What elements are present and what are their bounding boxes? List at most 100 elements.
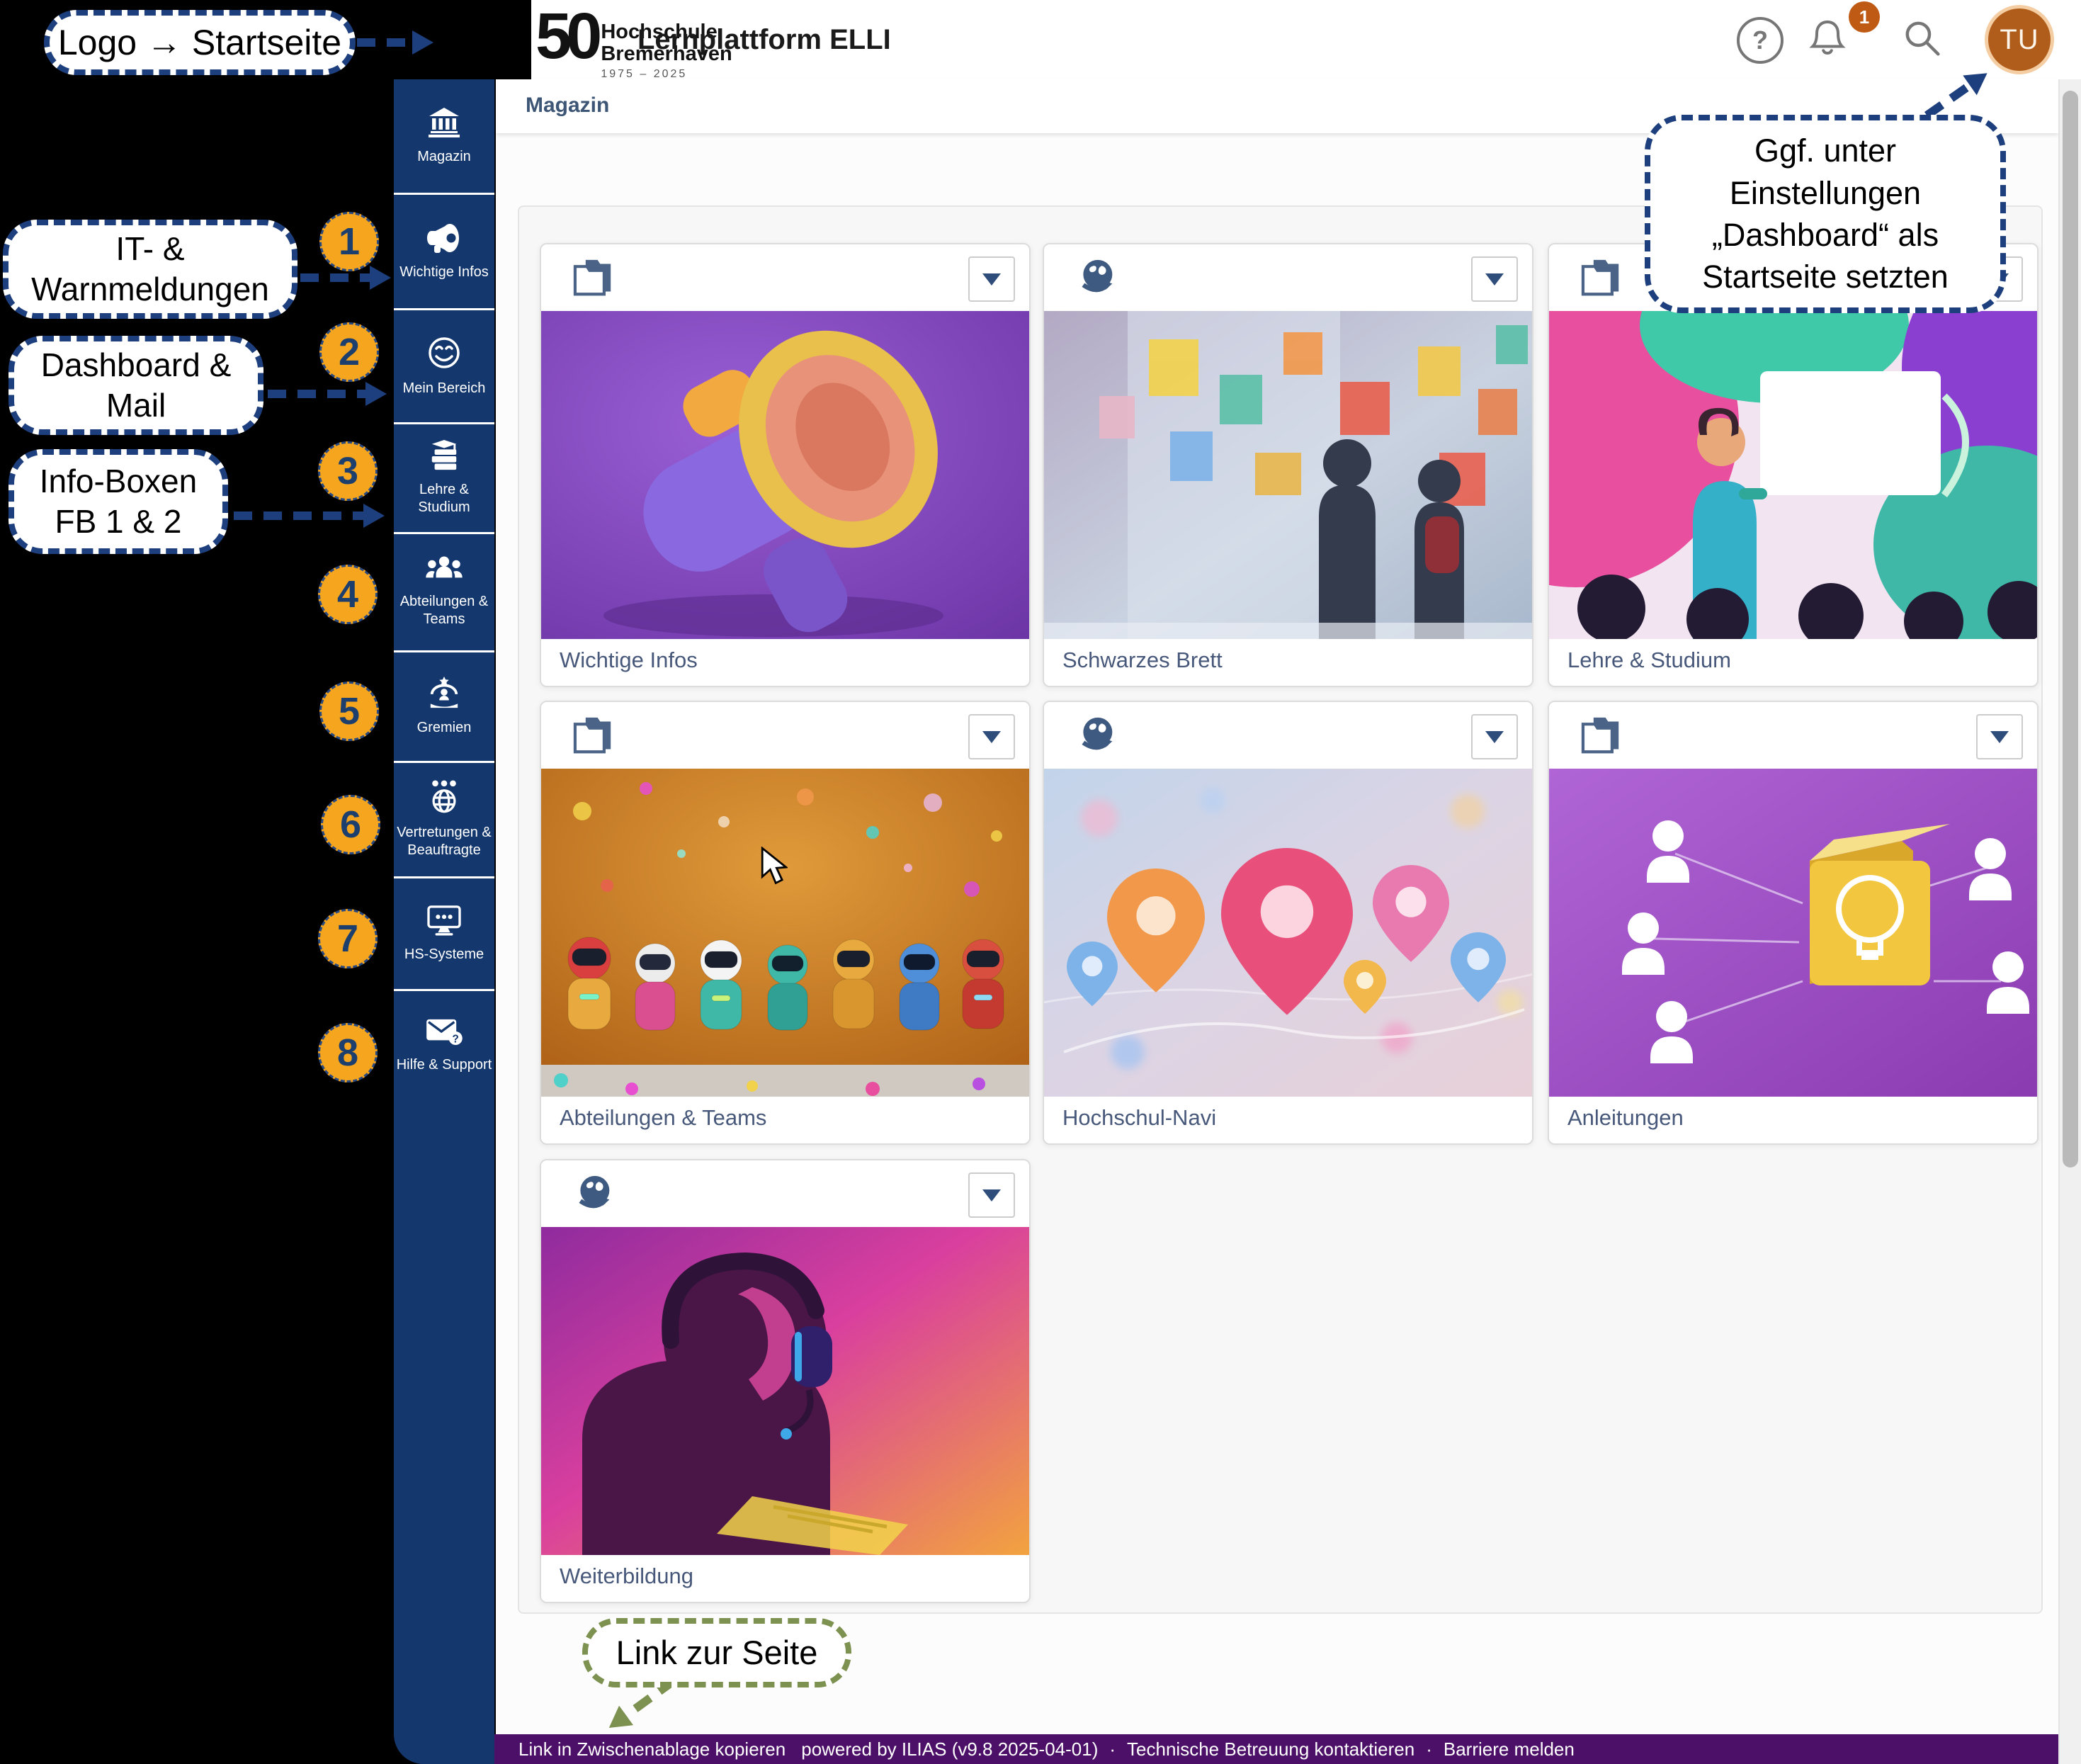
sidebar-item-label: Hilfe & Support bbox=[397, 1056, 492, 1074]
sidebar-item-magazin[interactable]: Magazin bbox=[394, 79, 494, 193]
page-title: Lernplattform ELLI bbox=[637, 24, 891, 56]
top-header-bar: 50 Hochschule Bremerhaven 1975 – 2025 Le… bbox=[531, 0, 2081, 81]
sidebar-item-lehre-studium[interactable]: Lehre & Studium bbox=[394, 422, 494, 532]
footer-copy-link[interactable]: Link in Zwischenablage kopieren bbox=[518, 1738, 786, 1760]
notification-badge: 1 bbox=[1849, 1, 1880, 33]
card-title[interactable]: Lehre & Studium bbox=[1549, 639, 2037, 687]
card-title[interactable]: Anleitungen bbox=[1549, 1097, 2037, 1145]
svg-text:?: ? bbox=[453, 1033, 459, 1045]
sidebar-item-mein-bereich[interactable]: Mein Bereich bbox=[394, 308, 494, 422]
notifications-bell-icon[interactable] bbox=[1806, 16, 1849, 61]
sidebar-item-vertretungen[interactable]: Vertretungen & Beauftragte bbox=[394, 761, 494, 876]
sidebar-item-label: Gremien bbox=[417, 719, 472, 737]
sidebar-item-abteilungen-teams[interactable]: Abteilungen & Teams bbox=[394, 532, 494, 650]
weblink-icon bbox=[1075, 716, 1118, 758]
card-title[interactable]: Abteilungen & Teams bbox=[541, 1097, 1029, 1145]
weblink-icon bbox=[1075, 259, 1118, 300]
sidebar-item-label: Abteilungen & Teams bbox=[400, 593, 489, 628]
mail-question-icon: ? bbox=[425, 1017, 463, 1050]
sidebar-item-label: Magazin bbox=[417, 148, 471, 166]
card-schwarzes-brett[interactable]: Schwarzes Brett bbox=[1043, 243, 1533, 687]
card-title[interactable]: Weiterbildung bbox=[541, 1555, 1029, 1603]
sidebar-item-label: Mein Bereich bbox=[403, 380, 486, 397]
sidebar-item-hs-systeme[interactable]: HS-Systeme bbox=[394, 876, 494, 989]
main-sidebar: Magazin Wichtige Infos Mein Bereich bbox=[394, 79, 494, 1764]
user-avatar[interactable]: TU bbox=[1985, 5, 2054, 74]
annotation-callout-dashboard-mail: Dashboard & Mail bbox=[8, 336, 263, 435]
sidebar-item-label: Vertretungen & Beauftragte bbox=[397, 824, 491, 859]
weblink-icon bbox=[572, 1175, 615, 1216]
folder-icon bbox=[572, 259, 615, 300]
card-actions-dropdown[interactable] bbox=[968, 714, 1015, 759]
sidebar-item-hilfe-support[interactable]: ? Hilfe & Support bbox=[394, 989, 494, 1099]
folder-icon bbox=[572, 716, 615, 758]
step-number-4: 4 bbox=[318, 565, 378, 624]
card-title[interactable]: Hochschul-Navi bbox=[1044, 1097, 1532, 1145]
card-abteilungen-teams[interactable]: Abteilungen & Teams bbox=[540, 701, 1031, 1145]
footer-separator: · bbox=[1109, 1738, 1116, 1760]
footer-bar: Link in Zwischenablage kopieren powered … bbox=[494, 1734, 2058, 1764]
breadcrumb-magazin[interactable]: Magazin bbox=[526, 94, 609, 118]
footer-report-barrier-link[interactable]: Barriere melden bbox=[1444, 1738, 1575, 1760]
card-title[interactable]: Wichtige Infos bbox=[541, 639, 1029, 687]
folder-icon bbox=[1580, 259, 1623, 300]
people-group-icon bbox=[426, 556, 463, 587]
card-weiterbildung[interactable]: Weiterbildung bbox=[540, 1159, 1031, 1603]
scrollbar-thumb[interactable] bbox=[2063, 91, 2078, 1167]
step-number-8: 8 bbox=[318, 1023, 378, 1082]
card-image-megaphone-illustration bbox=[541, 311, 1029, 639]
card-actions-dropdown[interactable] bbox=[968, 1172, 1015, 1218]
card-wichtige-infos[interactable]: Wichtige Infos bbox=[540, 243, 1031, 687]
sidebar-item-wichtige-infos[interactable]: Wichtige Infos bbox=[394, 193, 494, 308]
card-actions-dropdown[interactable] bbox=[1471, 256, 1518, 302]
chevron-down-icon bbox=[1990, 731, 2009, 743]
chevron-down-icon bbox=[982, 1189, 1001, 1202]
smiley-icon bbox=[427, 336, 461, 373]
chevron-down-icon bbox=[982, 731, 1001, 743]
annotation-logo-callout: Logo → Startseite bbox=[44, 10, 356, 75]
annotation-arrow-to-logo bbox=[357, 38, 414, 47]
card-actions-dropdown[interactable] bbox=[1976, 714, 2023, 759]
committee-icon bbox=[426, 677, 462, 713]
annotation-arrow-1 bbox=[300, 273, 371, 282]
step-number-2: 2 bbox=[319, 322, 379, 382]
chevron-down-icon bbox=[982, 273, 1001, 285]
annotation-arrow-2 bbox=[268, 390, 367, 398]
help-icon[interactable]: ? bbox=[1737, 17, 1784, 64]
annotation-callout-it-warnmeldungen: IT- & Warnmeldungen bbox=[3, 220, 297, 319]
search-icon[interactable] bbox=[1900, 16, 1945, 61]
sidebar-item-label: HS-Systeme bbox=[404, 946, 484, 963]
card-title[interactable]: Schwarzes Brett bbox=[1044, 639, 1532, 687]
bank-icon bbox=[426, 107, 462, 142]
screenshot-stage: 50 Hochschule Bremerhaven 1975 – 2025 Le… bbox=[0, 0, 2081, 1764]
step-number-5: 5 bbox=[319, 682, 379, 741]
step-number-3: 3 bbox=[318, 441, 378, 501]
card-anleitungen[interactable]: Anleitungen bbox=[1548, 701, 2039, 1145]
card-actions-dropdown[interactable] bbox=[968, 256, 1015, 302]
mouse-cursor bbox=[761, 847, 788, 886]
card-image-lightbulb-illustration bbox=[1549, 769, 2037, 1097]
step-number-1: 1 bbox=[319, 212, 379, 271]
scrollbar-track[interactable] bbox=[2058, 79, 2081, 1764]
annotation-arrow-3 bbox=[234, 511, 365, 520]
step-number-6: 6 bbox=[321, 795, 380, 854]
chevron-down-icon bbox=[1485, 731, 1504, 743]
sidebar-item-gremien[interactable]: Gremien bbox=[394, 650, 494, 761]
card-hochschul-navi[interactable]: Hochschul-Navi bbox=[1043, 701, 1533, 1145]
folder-icon bbox=[1580, 716, 1623, 758]
card-image-map-pins-illustration bbox=[1044, 769, 1532, 1097]
step-number-7: 7 bbox=[318, 909, 378, 968]
monitor-password-icon bbox=[426, 905, 462, 939]
card-actions-dropdown[interactable] bbox=[1471, 714, 1518, 759]
card-image-presentation-illustration bbox=[1549, 311, 2037, 639]
card-image-robots-illustration bbox=[541, 769, 1029, 1097]
footer-contact-link[interactable]: Technische Betreuung kontaktieren bbox=[1127, 1738, 1414, 1760]
annotation-callout-link-zur-seite: Link zur Seite bbox=[582, 1618, 851, 1687]
card-image-headphones-illustration bbox=[541, 1227, 1029, 1555]
megaphone-icon bbox=[425, 222, 463, 257]
annotation-callout-settings-dashboard: Ggf. unter Einstellungen „Dashboard“ als… bbox=[1645, 115, 2006, 313]
globe-people-icon bbox=[426, 780, 462, 818]
sidebar-item-label: Wichtige Infos bbox=[399, 264, 489, 281]
annotation-callout-infoboxen: Info-Boxen FB 1 & 2 bbox=[8, 449, 228, 554]
footer-powered-by: powered by ILIAS (v9.8 2025-04-01) bbox=[801, 1738, 1098, 1760]
